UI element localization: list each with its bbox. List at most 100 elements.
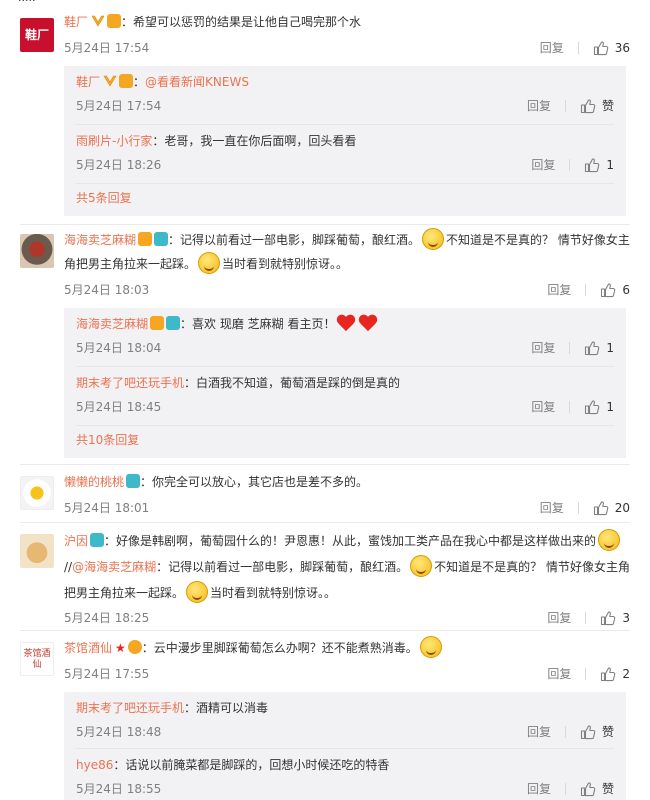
comment-content: 鞋厂 ：希望可以惩罚的结果是让他自己喝完那个水 — [64, 10, 630, 34]
comment-text: ：好像是韩剧啊，葡萄园什么的！尹恩惠！从此，蜜饯加工类产品在我心中都是这样做 — [104, 534, 561, 548]
comment-username[interactable]: 懒懒的桃桃 — [64, 475, 124, 489]
member-badge-icon — [150, 316, 165, 330]
like-icon[interactable] — [593, 40, 609, 56]
reply-text: ：话说以前腌菜都是脚踩的，回想小时候还吃的特香 — [113, 758, 390, 772]
reply-button[interactable]: 回复 — [540, 498, 564, 518]
comment-divider — [20, 464, 630, 465]
like-count: 6 — [622, 283, 630, 297]
quoted-text: ：记得以前看过一部电影，脚踩葡萄，酿红酒。 — [156, 560, 409, 574]
reply-button[interactable]: 回复 — [547, 280, 571, 300]
smile-emoji-icon — [186, 581, 209, 603]
divider — [585, 284, 587, 296]
heart-emoji-icon — [358, 314, 378, 332]
comment-username[interactable]: 茶馆酒仙 — [64, 641, 112, 655]
comment-content: 懒懒的桃桃 ：你完全可以放心，其它店也是差不多的。 — [64, 470, 630, 494]
comment-divider — [20, 522, 630, 523]
avatar[interactable] — [20, 534, 54, 568]
reply-time: 5月24日 18:04 — [76, 341, 162, 355]
comment-time: 5月24日 17:55 — [64, 667, 150, 681]
reply-text: ：老哥，我一直在你后面啊，回头看看 — [152, 134, 357, 148]
like-count: 36 — [614, 41, 630, 55]
like-icon[interactable] — [600, 610, 616, 626]
divider — [577, 502, 579, 514]
reply-button[interactable]: 回复 — [531, 397, 555, 417]
like-icon[interactable] — [600, 282, 616, 298]
reply-button[interactable]: 回复 — [527, 96, 551, 116]
like-icon[interactable] — [580, 781, 596, 797]
avatar[interactable] — [20, 234, 54, 268]
comment-username[interactable]: 海海卖芝麻糊 — [64, 233, 136, 247]
like-icon[interactable] — [593, 500, 609, 516]
divider — [577, 42, 579, 54]
avatar[interactable]: 茶馆酒仙 — [20, 642, 54, 676]
reply-item: 期末考了吧还玩手机：酒精可以消毒 5月24日 18:48 回复 赞 — [64, 692, 626, 742]
like-icon[interactable] — [584, 399, 600, 415]
member-badge-icon — [138, 232, 153, 246]
avatar-logo: 茶馆酒仙 — [23, 649, 51, 670]
reply-time: 5月24日 18:45 — [76, 400, 162, 414]
reply-username[interactable]: 雨刷片-小行家 — [76, 134, 152, 148]
reply-list: 海海卖芝麻糊 ：喜欢 现磨 芝麻糊 看主页！ 5月24日 18:04 回复 1 期… — [64, 308, 626, 458]
reply-text: ：白酒我不知道，葡萄酒是踩的倒是真的 — [184, 376, 401, 390]
laugh-emoji-icon — [598, 529, 621, 551]
comment-username[interactable]: 沪因 — [64, 534, 88, 548]
camera-badge-icon — [154, 232, 169, 246]
reply-button[interactable]: 回复 — [527, 722, 551, 742]
comment-divider — [20, 224, 630, 225]
star-badge-icon: ★ — [115, 641, 126, 655]
smile-emoji-icon — [422, 228, 445, 250]
reply-item: 期末考了吧还玩手机：白酒我不知道，葡萄酒是踩的倒是真的 5月24日 18:45 … — [64, 367, 626, 417]
reply-username[interactable]: 海海卖芝麻糊 — [76, 317, 148, 331]
like-count: 1 — [606, 158, 614, 172]
comment-username[interactable]: 鞋厂 — [64, 15, 88, 29]
camera-badge-icon — [126, 474, 141, 488]
reply-button[interactable]: 回复 — [547, 664, 571, 684]
reply-username[interactable]: 期末考了吧还玩手机 — [76, 701, 184, 715]
reply-button[interactable]: 回复 — [547, 608, 571, 628]
avatar[interactable] — [20, 476, 54, 510]
reply-button[interactable]: 回复 — [540, 38, 564, 58]
like-icon[interactable] — [584, 157, 600, 173]
reply-button[interactable]: 回复 — [527, 779, 551, 799]
divider — [569, 401, 571, 413]
mention-link[interactable]: @海海卖芝麻糊 — [72, 560, 156, 574]
comment-text-cont: 出来的 — [560, 534, 597, 548]
reply-item: 雨刷片-小行家：老哥，我一直在你后面啊，回头看看 5月24日 18:26 回复 … — [64, 125, 626, 175]
quoted-text-cont: 不知道是不是真 — [434, 560, 519, 574]
member-badge-icon — [119, 74, 134, 88]
reply-time: 5月24日 18:48 — [76, 725, 162, 739]
reply-username[interactable]: 鞋厂 — [76, 75, 100, 89]
reply-username[interactable]: hye86 — [76, 758, 113, 772]
like-icon[interactable] — [600, 666, 616, 682]
laugh-emoji-icon — [419, 636, 442, 658]
repost-separator: // — [64, 560, 73, 574]
smile-emoji-icon — [198, 252, 221, 274]
member-badge-icon — [107, 14, 122, 28]
more-replies-link[interactable]: 共5条回复 — [64, 184, 626, 212]
reply-button[interactable]: 回复 — [531, 155, 555, 175]
reply-item: 鞋厂 ：@看看新闻KNEWS 5月24日 17:54 回复 赞 — [64, 66, 626, 116]
like-count: 1 — [606, 341, 614, 355]
avatar[interactable]: 鞋厂 — [20, 18, 54, 52]
comment-content: 海海卖芝麻糊 ：记得以前看过一部电影，脚踩葡萄，酿红酒。 不知道是不是真的？ 情节好… — [64, 228, 630, 276]
like-icon[interactable] — [584, 340, 600, 356]
mention-link[interactable]: @看看新闻KNEWS — [145, 75, 249, 89]
comment-time: 5月24日 17:54 — [64, 41, 150, 55]
smile-emoji-icon — [410, 555, 433, 577]
reply-list: 期末考了吧还玩手机：酒精可以消毒 5月24日 18:48 回复 赞 hye86：… — [64, 692, 626, 800]
camera-badge-icon — [166, 316, 181, 330]
reply-username[interactable]: 期末考了吧还玩手机 — [76, 376, 184, 390]
verified-v-icon — [91, 14, 105, 28]
divider — [569, 342, 571, 354]
reply-button[interactable]: 回复 — [531, 338, 555, 358]
reply-time: 5月24日 18:26 — [76, 158, 162, 172]
reply-text: ：喜欢 现磨 芝麻糊 看主页！ — [180, 317, 336, 331]
truncated-header: ····· — [18, 0, 36, 7]
reply-text: ： — [133, 75, 146, 89]
reply-item: hye86：话说以前腌菜都是脚踩的，回想小时候还吃的特香 5月24日 18:55… — [64, 749, 626, 799]
like-icon[interactable] — [580, 98, 596, 114]
like-icon[interactable] — [580, 724, 596, 740]
more-replies-link[interactable]: 共10条回复 — [64, 426, 626, 454]
reply-item: 海海卖芝麻糊 ：喜欢 现磨 芝麻糊 看主页！ 5月24日 18:04 回复 1 — [64, 308, 626, 358]
comment-text: ：你完全可以放心，其它店也是差不多的。 — [140, 475, 369, 489]
